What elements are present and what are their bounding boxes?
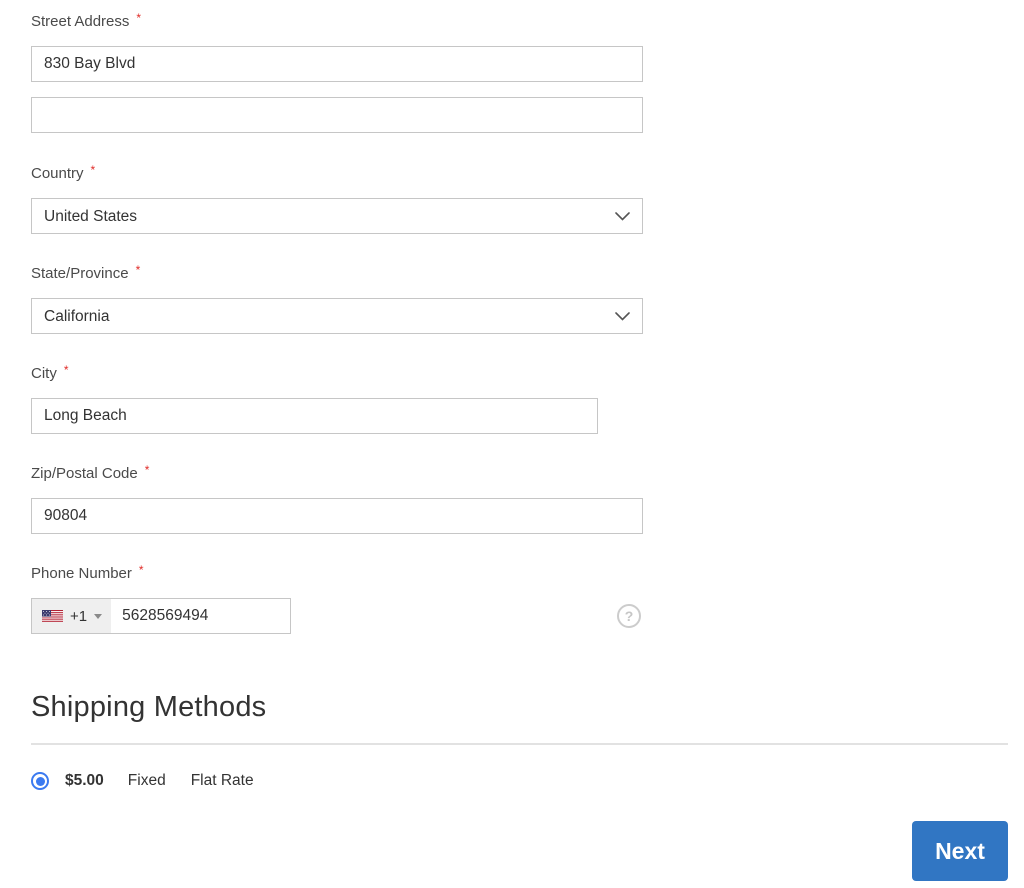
phone-input-group: +1 xyxy=(31,598,291,634)
next-button[interactable]: Next xyxy=(912,821,1008,881)
dial-code: +1 xyxy=(70,607,88,625)
required-asterisk: * xyxy=(138,563,144,577)
required-asterisk: * xyxy=(90,163,96,177)
country-code-dropdown[interactable]: +1 xyxy=(32,599,112,633)
phone-field-group: Phone Number * +1 5628569494 ? xyxy=(31,561,1024,634)
actions-row: Next xyxy=(31,821,1024,881)
radio-dot-icon xyxy=(35,776,45,786)
shipping-carrier-title: Flat Rate xyxy=(190,772,254,789)
city-field-group: City * xyxy=(31,361,1024,434)
us-flag-icon xyxy=(42,610,63,622)
shipping-methods-title: Shipping Methods xyxy=(31,691,267,723)
shipping-method-title: Fixed xyxy=(127,772,166,789)
street-address-field-group: Street Address * xyxy=(31,9,1024,133)
country-label-text: Country xyxy=(31,165,84,182)
zip-field-group: Zip/Postal Code * xyxy=(31,461,1024,534)
country-field-group: Country * United States xyxy=(31,161,1024,234)
street-address-line2-input[interactable] xyxy=(31,97,643,133)
zip-label: Zip/Postal Code * xyxy=(31,461,1024,483)
shipping-method-price: $5.00 xyxy=(65,772,104,789)
required-asterisk: * xyxy=(135,263,141,277)
state-label-text: State/Province xyxy=(31,265,129,282)
shipping-method-radio[interactable] xyxy=(31,772,49,790)
city-label-text: City xyxy=(31,365,57,382)
checkout-shipping-page: Street Address * Country * United States S… xyxy=(0,0,1024,888)
zip-input[interactable] xyxy=(31,498,643,534)
shipping-address-form: Street Address * Country * United States S… xyxy=(0,0,1024,881)
zip-label-text: Zip/Postal Code xyxy=(31,465,138,482)
state-field-group: State/Province * California xyxy=(31,261,1024,334)
question-mark-glyph: ? xyxy=(624,608,634,624)
street-address-line1-input[interactable] xyxy=(31,46,643,82)
phone-number-input[interactable] xyxy=(111,599,290,633)
required-asterisk: * xyxy=(63,363,69,377)
country-select[interactable]: United States xyxy=(31,198,643,234)
country-label: Country * xyxy=(31,161,1024,183)
city-input[interactable] xyxy=(31,398,598,434)
state-select[interactable]: California xyxy=(31,298,643,334)
required-asterisk: * xyxy=(144,463,150,477)
section-divider xyxy=(31,743,1008,745)
shipping-method-row: $5.00 Fixed Flat Rate xyxy=(31,772,1024,790)
street-address-label: Street Address * xyxy=(31,9,1024,31)
street-address-label-text: Street Address xyxy=(31,13,130,30)
city-label: City * xyxy=(31,361,1024,383)
required-asterisk: * xyxy=(136,11,142,25)
phone-label: Phone Number * xyxy=(31,561,1024,583)
state-label: State/Province * xyxy=(31,261,1024,283)
phone-label-text: Phone Number xyxy=(31,565,132,582)
caret-down-icon xyxy=(94,613,103,619)
phone-help-icon[interactable]: ? xyxy=(617,604,641,628)
